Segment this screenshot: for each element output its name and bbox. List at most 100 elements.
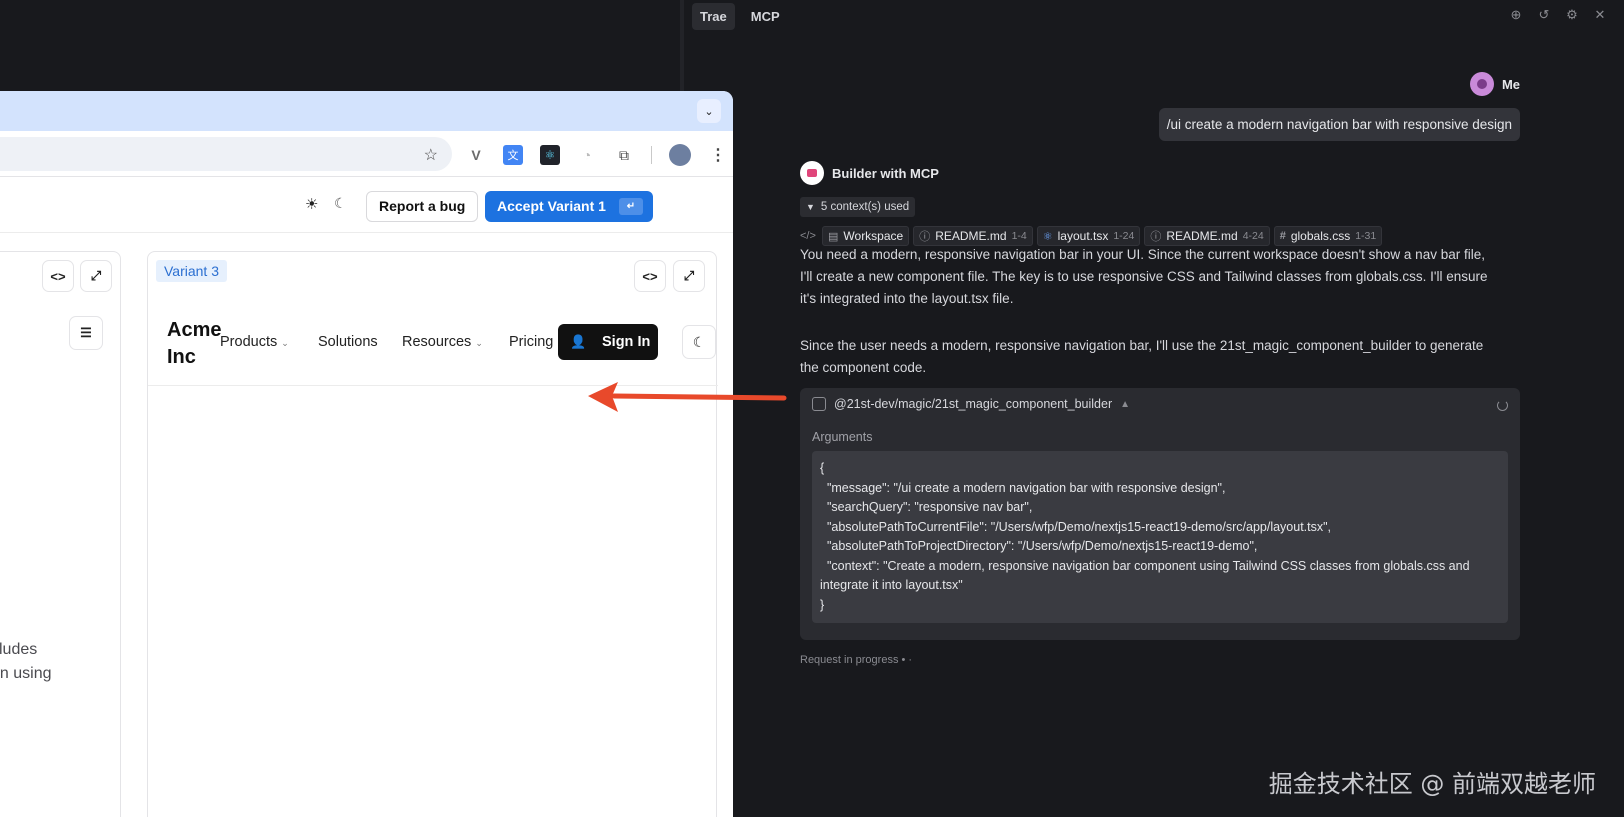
user-name: Me: [1501, 76, 1520, 92]
workspace-icon: ▤: [828, 230, 839, 243]
screen: Trae MCP ⊕ ↺ ⚙ ✕ Me /ui create a modern …: [0, 0, 1624, 817]
user-header: Me: [1469, 72, 1520, 96]
nav-label: Products: [220, 334, 278, 350]
puzzle-icon[interactable]: ⧉: [614, 145, 634, 165]
expand-button[interactable]: ⤢: [80, 260, 112, 292]
chat-top-icons: ⊕ ↺ ⚙ ✕: [1508, 7, 1608, 23]
code-view-button[interactable]: <>: [42, 260, 74, 292]
browser-toolbar: ☆ V 文 ⚛ ◔ ⧉ ⋮: [0, 131, 733, 177]
context-chip-globals[interactable]: # globals.css 1-31: [1273, 226, 1383, 246]
assistant-name: Builder with MCP: [832, 165, 939, 181]
hamburger-menu-button[interactable]: ☰: [69, 316, 103, 350]
tab-mcp[interactable]: MCP: [743, 3, 788, 30]
browser-tab-bar: ⌄: [0, 91, 733, 131]
nav-label: Solutions: [318, 334, 378, 350]
chevron-down-icon: ⌄: [704, 105, 714, 118]
loading-spinner-icon: [1497, 400, 1508, 411]
react-devtools-icon[interactable]: ⚛: [540, 145, 560, 165]
chevron-down-icon: ⌄: [475, 338, 483, 348]
text-line: cludes: [0, 641, 38, 658]
navbar-preview: Acme Inc Products ⌄ Solutions Resources ⌄ …: [148, 308, 718, 386]
context-chips: </> ▤ Workspace ⓘ README.md 1-4 ⚛ layout…: [800, 226, 1383, 246]
tool-call-header[interactable]: @21st-dev/magic/21st_magic_component_bui…: [812, 397, 1130, 411]
report-bug-button[interactable]: Report a bug: [366, 191, 479, 222]
arrow-annotation: [588, 382, 787, 412]
variant-panel-3: Variant 3 <> ⤢ Acme Inc Products ⌄ Soluti…: [147, 251, 718, 817]
watermark: 掘金技术社区 @ 前端双越老师: [1268, 770, 1596, 798]
chat-panel: Trae MCP ⊕ ↺ ⚙ ✕ Me /ui create a modern …: [684, 0, 1624, 817]
preview-text-fragment: cludes gn using: [0, 638, 52, 686]
accept-variant-label: Accept Variant 1: [497, 198, 606, 214]
contexts-used-toggle[interactable]: ▼ 5 context(s) used: [800, 197, 916, 217]
assistant-paragraph: Since the user needs a modern, responsiv…: [800, 338, 1484, 375]
context-chip-workspace[interactable]: ▤ Workspace: [822, 226, 910, 246]
sign-in-label: Sign In: [602, 334, 651, 350]
chevron-down-icon: ⌄: [281, 338, 289, 348]
nav-item-pricing[interactable]: Pricing: [509, 334, 553, 350]
context-chip-layout[interactable]: ⚛ layout.tsx 1-24: [1036, 226, 1141, 246]
accept-variant-button[interactable]: Accept Variant 1 ↵: [485, 191, 653, 222]
sign-in-button[interactable]: 👤 Sign In: [558, 324, 658, 360]
chat-tabs: Trae MCP: [692, 3, 788, 30]
extension-icons: V 文 ⚛ ◔ ⧉ ⋮: [466, 144, 728, 166]
chip-range: 1-4: [1011, 230, 1027, 242]
gear-icon[interactable]: ⚙: [1564, 7, 1580, 23]
moon-icon[interactable]: ☾: [334, 195, 347, 212]
chevron-down-icon: ▼: [806, 202, 815, 212]
dark-mode-toggle[interactable]: ☾: [682, 325, 716, 359]
nav-label: Pricing: [509, 334, 554, 350]
more-menu-icon[interactable]: ⋮: [708, 145, 728, 165]
user-message: /ui create a modern navigation bar with …: [1158, 108, 1520, 141]
star-icon[interactable]: ☆: [424, 145, 438, 165]
tab-search-button[interactable]: ⌄: [697, 99, 721, 123]
moon-icon: ☾: [692, 333, 706, 350]
nav-item-solutions[interactable]: Solutions: [318, 334, 378, 350]
tab-trae[interactable]: Trae: [692, 3, 735, 30]
text-line: gn using: [0, 665, 52, 682]
chip-range: 1-24: [1113, 230, 1135, 242]
user-icon: 👤: [570, 334, 587, 349]
context-chip-readme-2[interactable]: ⓘ README.md 4-24: [1144, 226, 1270, 246]
hamburger-icon: ☰: [80, 325, 92, 340]
chip-range: 4-24: [1242, 230, 1264, 242]
variant-panel-left: <> ⤢ ☰ cludes gn using: [0, 251, 121, 817]
close-icon[interactable]: ✕: [1592, 7, 1608, 23]
hash-icon: #: [1279, 230, 1286, 242]
request-status: Request in progress • ·: [800, 654, 913, 666]
sun-icon[interactable]: ☀: [305, 195, 318, 213]
expand-button[interactable]: ⤢: [673, 260, 705, 292]
chevron-up-icon[interactable]: ▲: [1120, 399, 1130, 410]
info-icon: ⓘ: [919, 231, 931, 243]
expand-icon: ⤢: [90, 268, 102, 283]
arrow-shaft: [611, 393, 787, 401]
nav-item-products[interactable]: Products ⌄: [220, 334, 289, 350]
contexts-used-label: 5 context(s) used: [820, 201, 910, 213]
tool-icon: [812, 397, 826, 411]
info-icon: ⓘ: [1150, 231, 1162, 243]
nav-item-resources[interactable]: Resources ⌄: [402, 334, 483, 350]
chip-range: 1-31: [1355, 230, 1377, 242]
new-chat-icon[interactable]: ⊕: [1508, 7, 1524, 23]
address-bar[interactable]: ☆: [0, 137, 452, 171]
chip-label: globals.css: [1290, 229, 1351, 243]
profile-avatar[interactable]: [669, 144, 691, 166]
context-chip-readme[interactable]: ⓘ README.md 1-4: [913, 226, 1033, 246]
history-icon[interactable]: ↺: [1536, 7, 1552, 23]
code-icon: </>: [800, 230, 816, 242]
arguments-code-block: { "message": "/ui create a modern naviga…: [812, 451, 1508, 623]
expand-icon: ⤢: [683, 268, 695, 283]
assistant-paragraph: You need a modern, responsive navigation…: [800, 247, 1488, 306]
tool-name: @21st-dev/magic/21st_magic_component_bui…: [834, 397, 1113, 411]
chip-label: Workspace: [843, 229, 904, 243]
code-icon: <>: [50, 268, 66, 284]
extension-icon[interactable]: ◔: [577, 145, 597, 165]
browser-window: ⌄ ☆ V 文 ⚛ ◔ ⧉ ⋮ ☀ ☾ Report a bug Accept …: [0, 91, 733, 817]
vue-devtools-icon[interactable]: V: [466, 145, 486, 165]
chip-label: README.md: [935, 229, 1007, 243]
code-view-button[interactable]: <>: [634, 260, 666, 292]
tool-call-card: @21st-dev/magic/21st_magic_component_bui…: [800, 388, 1520, 640]
nav-label: Resources: [402, 334, 472, 350]
chip-label: layout.tsx: [1057, 229, 1109, 243]
react-icon: ⚛: [1042, 230, 1053, 243]
translate-icon[interactable]: 文: [503, 145, 523, 165]
